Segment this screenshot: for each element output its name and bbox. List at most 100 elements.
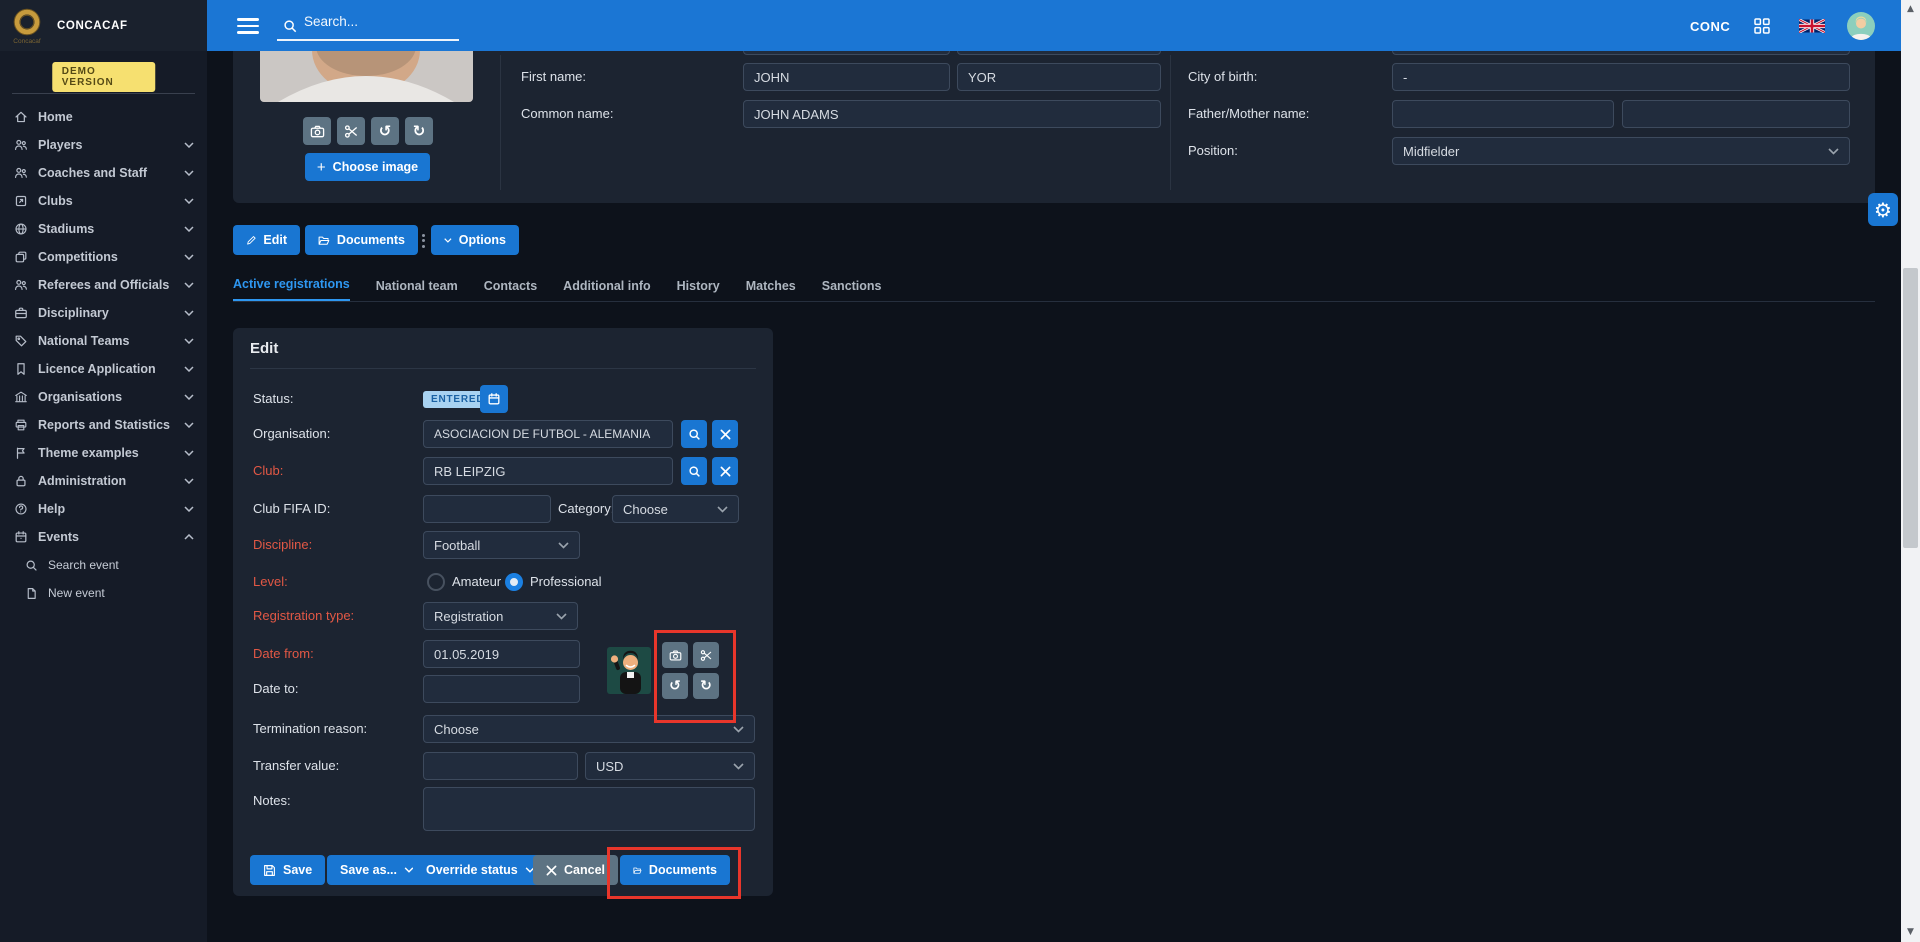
currency-select[interactable]: USD	[585, 752, 755, 780]
plus-icon: +	[317, 160, 326, 175]
tab-contacts[interactable]: Contacts	[484, 279, 537, 301]
sidebar-item-clubs[interactable]: Clubs	[0, 187, 207, 215]
save-button[interactable]: Save	[250, 855, 325, 885]
club-input[interactable]	[423, 457, 673, 485]
scissors-icon	[700, 649, 713, 662]
reg-photo-camera-button[interactable]	[662, 642, 688, 668]
organisation-input[interactable]	[423, 420, 673, 448]
hamburger-menu-button[interactable]	[237, 18, 259, 34]
club-clear-button[interactable]	[712, 457, 738, 485]
sidebar-item-competitions[interactable]: Competitions	[0, 243, 207, 271]
notes-textarea[interactable]	[423, 787, 755, 831]
photo-rotate-right-button[interactable]: ↻	[405, 117, 433, 145]
date-from-input[interactable]	[423, 640, 580, 668]
tab-national-team[interactable]: National team	[376, 279, 458, 301]
club-fifa-id-input[interactable]	[423, 495, 551, 523]
tab-history[interactable]: History	[677, 279, 720, 301]
sidebar-item-players[interactable]: Players	[0, 131, 207, 159]
demo-version-badge: DEMO VERSION	[52, 62, 156, 92]
drag-handle-dots[interactable]	[422, 231, 425, 250]
save-as-button[interactable]: Save as...	[327, 855, 427, 885]
transfer-value-input[interactable]	[423, 752, 578, 780]
sidebar-item-theme-examples[interactable]: Theme examples	[0, 439, 207, 467]
photo-camera-button[interactable]	[303, 117, 331, 145]
sidebar-item-home[interactable]: Home	[0, 103, 207, 131]
sidebar-item-disciplinary[interactable]: Disciplinary	[0, 299, 207, 327]
second-name-input[interactable]	[957, 63, 1161, 91]
cancel-button[interactable]: Cancel	[533, 855, 618, 885]
reg-photo-rotate-left-button[interactable]: ↺	[662, 673, 688, 699]
choose-image-button[interactable]: + Choose image	[305, 153, 430, 181]
reg-photo-crop-button[interactable]	[693, 642, 719, 668]
level-professional-radio[interactable]	[505, 573, 523, 591]
sidebar-subitem-new-event[interactable]: New event	[0, 579, 207, 607]
photo-rotate-left-button[interactable]: ↺	[371, 117, 399, 145]
apps-grid-icon[interactable]	[1754, 18, 1770, 34]
mother-name-input[interactable]	[1622, 100, 1850, 128]
sidebar-subitem-search-event[interactable]: Search event	[0, 551, 207, 579]
organisation-search-button[interactable]	[681, 420, 707, 448]
scrollbar-thumb[interactable]	[1903, 268, 1918, 548]
tab-additional-info[interactable]: Additional info	[563, 279, 650, 301]
tab-active-registrations[interactable]: Active registrations	[233, 277, 350, 301]
logo-caption: Concacaf	[4, 38, 50, 45]
sidebar-item-administration[interactable]: Administration	[0, 467, 207, 495]
sidebar-item-national-teams[interactable]: National Teams	[0, 327, 207, 355]
options-button[interactable]: Options	[431, 225, 519, 255]
tab-matches[interactable]: Matches	[746, 279, 796, 301]
sidebar-divider	[12, 93, 195, 94]
sidebar-item-coaches-and-staff[interactable]: Coaches and Staff	[0, 159, 207, 187]
common-name-input[interactable]	[743, 100, 1161, 128]
chevron-down-icon	[184, 254, 194, 260]
chevron-down-icon	[184, 338, 194, 344]
chevron-down-icon	[184, 282, 194, 288]
sidebar-item-help[interactable]: Help	[0, 495, 207, 523]
transfer-value-label: Transfer value:	[253, 752, 339, 780]
language-flag-uk-icon[interactable]	[1799, 19, 1825, 33]
sidebar-item-organisations[interactable]: Organisations	[0, 383, 207, 411]
sidebar-nav: Home Players Coaches and Staff Clubs Sta…	[0, 103, 207, 607]
national-teams-icon	[14, 334, 28, 348]
registration-type-select[interactable]: Registration	[423, 602, 578, 630]
club-search-button[interactable]	[681, 457, 707, 485]
sidebar-item-events[interactable]: Events	[0, 523, 207, 551]
chevron-down-icon	[733, 763, 744, 770]
organisation-clear-button[interactable]	[712, 420, 738, 448]
sidebar-item-licence-application[interactable]: Licence Application	[0, 355, 207, 383]
top-bar: CONC	[207, 0, 1901, 51]
date-to-input[interactable]	[423, 675, 580, 703]
chevron-down-icon	[184, 478, 194, 484]
sidebar-item-reports-and-statistics[interactable]: Reports and Statistics	[0, 411, 207, 439]
city-of-birth-input[interactable]	[1392, 63, 1850, 91]
discipline-select[interactable]: Football	[423, 531, 580, 559]
chevron-down-icon	[184, 450, 194, 456]
tab-sanctions[interactable]: Sanctions	[822, 279, 882, 301]
registration-type-label: Registration type:	[253, 602, 354, 630]
theme-settings-button[interactable]: ⚙	[1868, 193, 1898, 226]
category-select[interactable]: Choose	[612, 495, 739, 523]
panel-documents-button[interactable]: Documents	[620, 855, 730, 885]
user-avatar[interactable]	[1847, 12, 1875, 40]
reports-icon	[14, 418, 28, 432]
close-icon	[546, 865, 557, 876]
sidebar-item-referees-and-officials[interactable]: Referees and Officials	[0, 271, 207, 299]
position-value: Midfielder	[1403, 144, 1459, 159]
scrollbar-down-arrow[interactable]: ▼	[1901, 928, 1920, 937]
level-amateur-radio[interactable]	[427, 573, 445, 591]
reg-photo-rotate-right-button[interactable]: ↻	[693, 673, 719, 699]
first-name-input[interactable]	[743, 63, 950, 91]
search-input[interactable]	[302, 13, 456, 30]
sidebar-item-stadiums[interactable]: Stadiums	[0, 215, 207, 243]
folder-open-icon	[318, 234, 330, 247]
chevron-down-icon	[184, 198, 194, 204]
termination-reason-select[interactable]: Choose	[423, 715, 755, 743]
scrollbar-up-arrow[interactable]: ▲	[1901, 5, 1920, 14]
position-select[interactable]: Midfielder	[1392, 137, 1850, 165]
status-history-button[interactable]	[480, 385, 508, 413]
father-name-input[interactable]	[1392, 100, 1614, 128]
scissors-icon	[344, 124, 359, 139]
documents-button[interactable]: Documents	[305, 225, 418, 255]
photo-crop-button[interactable]	[337, 117, 365, 145]
edit-button[interactable]: Edit	[233, 225, 300, 255]
override-status-button[interactable]: Override status	[413, 855, 548, 885]
